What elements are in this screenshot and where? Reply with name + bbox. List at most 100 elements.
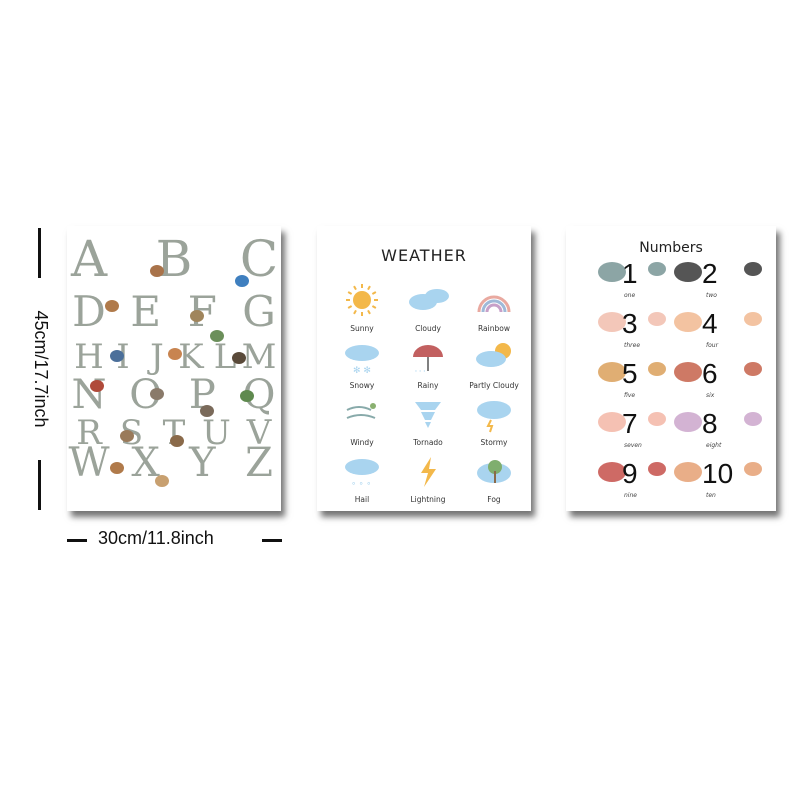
- alphabet-letter-y: Y: [188, 440, 216, 486]
- number-item: 3 three: [572, 306, 672, 354]
- alphabet-letter-j: J: [147, 337, 164, 377]
- cloud-icon: [648, 312, 666, 326]
- owl-icon: [200, 405, 214, 417]
- weather-item-label: Rainbow: [478, 324, 510, 333]
- fox-icon: [168, 348, 182, 360]
- leaf-icon: [210, 330, 224, 342]
- weather-item: Partly Cloudy: [459, 339, 529, 395]
- acorn-icon: [120, 430, 134, 442]
- mushroom-icon: [674, 362, 702, 382]
- bird-icon: [674, 462, 702, 482]
- leaf-icon: [240, 390, 254, 402]
- zebra-icon: [744, 262, 762, 276]
- weather-item: Rainbow: [459, 282, 529, 338]
- lion-icon: [648, 362, 666, 376]
- number-word: six: [706, 392, 715, 399]
- alphabet-letter-z: Z: [245, 440, 273, 486]
- hail-cloud-icon: ∘ ∘ ∘: [345, 459, 379, 488]
- snow-cloud-icon: ✻ ✻: [345, 345, 379, 376]
- svg-text:✻ ✻: ✻ ✻: [353, 366, 371, 376]
- alphabet-letter-m: M: [242, 337, 277, 377]
- alphabet-letter-h: H: [74, 337, 104, 377]
- number-digit: 2: [702, 258, 718, 289]
- alphabet-letters: ABCDEFGHIJKLMNOPQRSTUVWXYZ: [68, 230, 278, 487]
- bird-icon: [744, 462, 762, 476]
- weather-item-label: Partly Cloudy: [469, 381, 519, 390]
- squirrel-icon: [170, 435, 184, 447]
- number-item: 8 eight: [674, 406, 774, 454]
- numbers-title: Numbers: [639, 240, 703, 256]
- alphabet-letter-e: E: [130, 287, 161, 336]
- number-digit: 8: [702, 408, 718, 439]
- number-word: ten: [706, 492, 716, 499]
- width-dimension-label: 30cm/11.8inch: [98, 528, 214, 548]
- hedgehog-icon: [150, 388, 164, 400]
- number-word: nine: [624, 492, 637, 499]
- alphabet-letter-f: F: [188, 287, 217, 336]
- number-word: three: [624, 342, 641, 349]
- weather-item: Fog: [459, 453, 529, 509]
- mushroom-icon: [90, 380, 104, 392]
- weather-item-label: Fog: [487, 495, 501, 504]
- alphabet-letter-w: W: [68, 440, 109, 486]
- umbrella-icon: ' ' ': [413, 345, 443, 377]
- number-digit: 10: [702, 458, 734, 489]
- svg-text:∘ ∘ ∘: ∘ ∘ ∘: [351, 479, 371, 488]
- rabbit-icon: [190, 310, 204, 322]
- bird-icon: [235, 275, 249, 287]
- number-word: five: [624, 392, 636, 399]
- alphabet-letter-a: A: [70, 230, 108, 288]
- deer-icon: [105, 300, 119, 312]
- alphabet-letter-g: G: [242, 287, 276, 336]
- wind-icon: [346, 403, 376, 419]
- tornado-icon: [415, 402, 441, 428]
- mushroom-icon: [744, 362, 762, 376]
- zebra-icon: [674, 262, 702, 282]
- alphabet-poster: ABCDEFGHIJKLMNOPQRSTUVWXYZ: [67, 226, 281, 511]
- sun-icon: [346, 284, 378, 316]
- weather-title: WEATHER: [381, 246, 467, 265]
- alphabet-letter-k: K: [178, 337, 204, 377]
- seashell-icon: [744, 412, 762, 426]
- weather-item-label: Stormy: [480, 438, 508, 447]
- number-digit: 7: [622, 408, 638, 439]
- number-item: 2 two: [674, 256, 774, 304]
- fog-tree-icon: [477, 460, 511, 483]
- weather-item: Stormy: [459, 396, 529, 452]
- alphabet-letter-d: D: [72, 287, 106, 336]
- numbers-poster: Numbers 1 one 2 two 3 three 4 four 5 five 6 six 7 sev…: [566, 226, 776, 511]
- number-digit: 4: [702, 308, 718, 339]
- alphabet-letter-n: N: [72, 372, 107, 418]
- number-digit: 3: [622, 308, 638, 339]
- number-word: four: [706, 342, 719, 349]
- deer-icon: [110, 462, 124, 474]
- number-word: eight: [706, 442, 722, 449]
- bear-icon: [232, 352, 246, 364]
- number-item: 5 five: [572, 356, 672, 404]
- alphabet-letter-t: T: [163, 413, 186, 453]
- number-item: 7 seven: [572, 406, 672, 454]
- width-dimension-marker-right: [262, 539, 282, 542]
- number-digit: 1: [622, 258, 638, 289]
- clouds-icon: [409, 289, 449, 310]
- alphabet-letter-b: B: [156, 230, 193, 288]
- weather-poster: WEATHER Sunny Cloudy Rainbow ✻ ✻ Snowy ' ' ' R…: [317, 226, 531, 511]
- tulip-icon: [648, 412, 666, 426]
- lightning-icon: [421, 457, 436, 487]
- number-word: one: [624, 292, 636, 299]
- storm-cloud-icon: [477, 401, 511, 433]
- number-digit: 5: [622, 358, 638, 389]
- number-digit: 9: [622, 458, 638, 489]
- apple-icon: [648, 462, 666, 476]
- bluebird-icon: [110, 350, 124, 362]
- sun-behind-cloud-icon: [476, 343, 511, 367]
- number-item: 6 six: [674, 356, 774, 404]
- bunny-icon: [155, 475, 169, 487]
- number-item: 9 nine: [572, 456, 672, 504]
- ice-cream-icon: [744, 312, 762, 326]
- width-dimension-marker-left: [67, 539, 87, 542]
- number-digit: 6: [702, 358, 718, 389]
- seashell-icon: [674, 412, 702, 432]
- number-item: 1 one: [572, 256, 672, 304]
- svg-text:' ' ': ' ' ': [415, 369, 425, 377]
